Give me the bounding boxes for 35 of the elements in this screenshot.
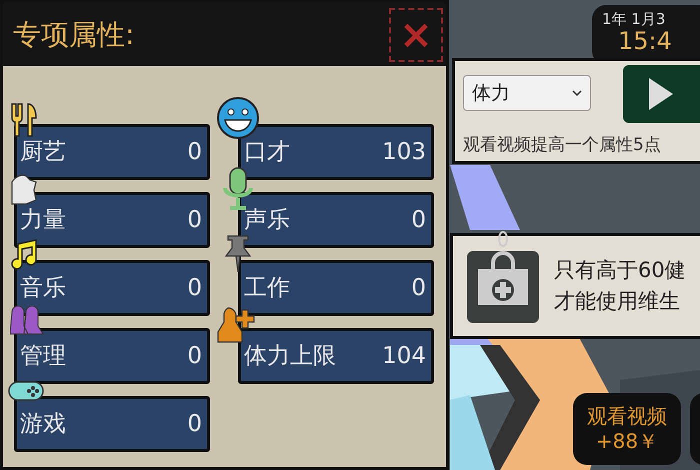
notice-text: 才能使用维生: [554, 288, 681, 315]
panel-title: 专项属性:: [13, 16, 134, 52]
attribute-label: 体力上限: [244, 342, 336, 371]
attribute-select[interactable]: 体力: [463, 75, 591, 111]
cutlery-icon: [10, 102, 40, 138]
notice-text: 只有高于60健: [554, 257, 686, 284]
attribute-label: 工作: [244, 274, 290, 303]
attribute-label: 声乐: [244, 206, 290, 235]
attribute-value: 0: [187, 274, 202, 303]
play-video-button[interactable]: [622, 65, 700, 123]
date-text: 1年 1月3: [602, 10, 666, 28]
attribute-value: 0: [187, 342, 202, 371]
play-icon: [646, 76, 675, 112]
attribute-label: 口才: [244, 138, 290, 167]
watch-video-reward-button[interactable]: 观看视频 +88￥: [573, 393, 681, 465]
attribute-label: 厨艺: [20, 138, 66, 167]
attribute-value: 0: [187, 410, 202, 439]
attribute-label: 力量: [20, 206, 66, 235]
pushpin-icon: [222, 234, 254, 274]
attribute-label: 游戏: [20, 410, 66, 439]
gamepad-icon: [8, 380, 44, 402]
attribute-label: 管理: [20, 342, 66, 371]
attribute-label: 音乐: [20, 274, 66, 303]
attribute-value: 0: [411, 274, 426, 303]
music-note-icon: [10, 238, 40, 272]
medical-bag-icon: [466, 231, 540, 323]
time-text: 15:4: [617, 28, 673, 54]
attribute-value: 0: [187, 138, 202, 167]
chevron-down-icon: [572, 90, 582, 96]
attribute-value: 0: [411, 206, 426, 235]
attribute-value: 104: [382, 342, 426, 371]
boost-description: 观看视频提高一个属性5点: [463, 134, 662, 157]
attribute-value: 103: [382, 138, 426, 167]
attribute-value: 0: [187, 206, 202, 235]
smiley-icon: [216, 96, 260, 140]
